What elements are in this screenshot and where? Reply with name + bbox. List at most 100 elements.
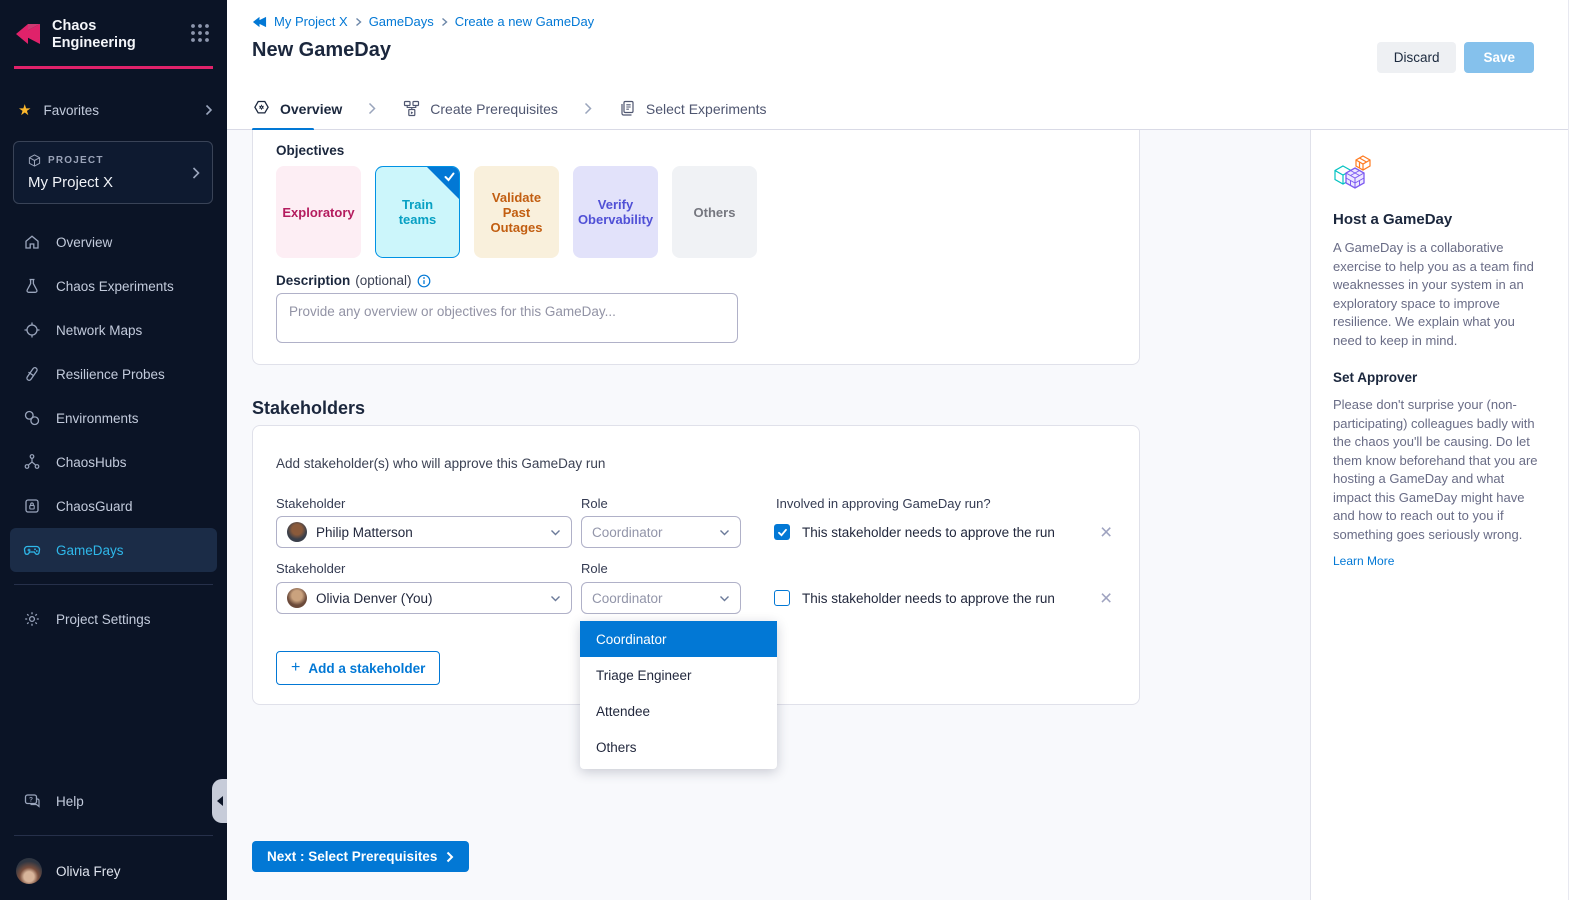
role-select-2[interactable]: Coordinator	[581, 582, 741, 614]
tab-label: Overview	[280, 101, 342, 117]
probe-icon	[23, 365, 41, 383]
chaos-module-icon	[252, 15, 267, 29]
sidebar-item-overview[interactable]: Overview	[10, 220, 217, 264]
collapse-chevron-icon	[217, 796, 223, 806]
add-stakeholder-button[interactable]: + Add a stakeholder	[276, 651, 440, 685]
sidebar-item-chaos-experiments[interactable]: Chaos Experiments	[10, 264, 217, 308]
nav-label: Help	[56, 794, 84, 809]
next-select-prerequisites-button[interactable]: Next : Select Prerequisites	[252, 841, 469, 872]
approve-checkbox-2[interactable]	[774, 590, 790, 606]
info-icon[interactable]	[417, 274, 431, 288]
help-subheading: Set Approver	[1333, 370, 1544, 385]
remove-stakeholder-1-button[interactable]: ×	[1100, 522, 1112, 543]
objectives-label: Objectives	[276, 143, 344, 158]
project-name: My Project X	[28, 174, 200, 191]
nav-label: ChaosHubs	[56, 455, 127, 470]
tab-overview[interactable]: Overview	[252, 88, 342, 130]
svg-text:?: ?	[29, 797, 33, 804]
stakeholder-select-2[interactable]: Olivia Denver (You)	[276, 582, 572, 614]
stakeholder-name: Philip Matterson	[316, 525, 413, 540]
project-selector[interactable]: PROJECT My Project X	[13, 141, 213, 204]
role-option-triage-engineer[interactable]: Triage Engineer	[580, 657, 777, 693]
nav-label: Overview	[56, 235, 112, 250]
gameday-cubes-illustration	[1333, 154, 1373, 192]
sidebar-item-chaosguard[interactable]: ChaosGuard	[10, 484, 217, 528]
tab-create-prerequisites[interactable]: Create Prerequisites	[402, 88, 558, 130]
sidebar-item-chaoshubs[interactable]: ChaosHubs	[10, 440, 217, 484]
remove-stakeholder-2-button[interactable]: ×	[1100, 588, 1112, 609]
involved-label: Involved in approving GameDay run?	[776, 496, 991, 511]
role-option-attendee[interactable]: Attendee	[580, 693, 777, 729]
help-intro: A GameDay is a collaborative exercise to…	[1333, 239, 1544, 350]
experiments-stack-icon	[618, 99, 637, 118]
sidebar-item-project-settings[interactable]: Project Settings	[10, 597, 217, 641]
objective-label: Exploratory	[282, 205, 354, 220]
tab-select-experiments[interactable]: Select Experiments	[618, 88, 767, 130]
description-label: Description	[276, 273, 350, 288]
home-icon	[23, 233, 41, 251]
hub-icon	[23, 453, 41, 471]
help-chat-icon: ?	[23, 792, 41, 810]
chevron-right-icon	[205, 104, 213, 116]
stakeholders-intro: Add stakeholder(s) who will approve this…	[276, 456, 605, 471]
sidebar-item-network-maps[interactable]: Network Maps	[10, 308, 217, 352]
sidebar-item-environments[interactable]: Environments	[10, 396, 217, 440]
breadcrumb: My Project X GameDays Create a new GameD…	[227, 0, 1580, 29]
chevron-right-icon	[368, 102, 376, 115]
objective-validate-past-outages[interactable]: Validate Past Outages	[474, 166, 559, 258]
sidebar: Chaos Engineering ★ Favorites PROJECT	[0, 0, 227, 900]
breadcrumb-gamedays[interactable]: GameDays	[369, 14, 434, 29]
sidebar-item-resilience-probes[interactable]: Resilience Probes	[10, 352, 217, 396]
main-area: My Project X GameDays Create a new GameD…	[227, 0, 1580, 900]
tab-label: Select Experiments	[646, 101, 767, 117]
role-option-others[interactable]: Others	[580, 729, 777, 765]
sidebar-item-help[interactable]: ? Help	[10, 779, 217, 823]
user-profile[interactable]: Olivia Frey	[0, 848, 227, 900]
add-stakeholder-label: Add a stakeholder	[308, 661, 425, 676]
chevron-right-icon	[192, 166, 200, 180]
objective-label: Verify Obervability	[578, 197, 653, 227]
breadcrumb-project[interactable]: My Project X	[274, 14, 348, 29]
objective-label: Train teams	[382, 197, 453, 227]
check-icon	[443, 170, 456, 183]
nav-label: Environments	[56, 411, 139, 426]
cube-icon	[28, 154, 41, 167]
discard-button[interactable]: Discard	[1377, 42, 1457, 73]
stakeholder-avatar	[287, 522, 307, 542]
objective-label: Validate Past Outages	[481, 190, 552, 235]
sidebar-item-favorites[interactable]: ★ Favorites	[18, 95, 213, 125]
breadcrumb-current: Create a new GameDay	[455, 14, 594, 29]
stakeholder-select-1[interactable]: Philip Matterson	[276, 516, 572, 548]
project-eyebrow: PROJECT	[28, 154, 200, 167]
role-select-1[interactable]: Coordinator	[581, 516, 741, 548]
sidebar-item-gamedays[interactable]: GameDays	[10, 528, 217, 572]
brand: Chaos Engineering	[0, 0, 227, 52]
stakeholder-label: Stakeholder	[276, 561, 345, 576]
save-button[interactable]: Save	[1464, 42, 1534, 73]
description-input[interactable]	[276, 293, 738, 343]
learn-more-link[interactable]: Learn More	[1333, 554, 1394, 568]
favorites-label: Favorites	[43, 103, 99, 118]
help-panel: Host a GameDay A GameDay is a collaborat…	[1310, 130, 1568, 900]
sidebar-collapse-button[interactable]	[212, 779, 228, 823]
objectives-card: Objectives Exploratory Train teams Valid…	[252, 130, 1140, 365]
guard-lock-icon	[23, 497, 41, 515]
chevron-down-icon	[719, 529, 730, 536]
nav-label: GameDays	[56, 543, 124, 558]
objective-verify-oberability[interactable]: Verify Obervability	[573, 166, 658, 258]
objective-exploratory[interactable]: Exploratory	[276, 166, 361, 258]
nav-label: Project Settings	[56, 612, 151, 627]
objective-others[interactable]: Others	[672, 166, 757, 258]
objective-train-teams[interactable]: Train teams	[375, 166, 460, 258]
user-avatar	[16, 858, 42, 884]
chevron-right-icon	[446, 851, 454, 863]
chevron-down-icon	[550, 595, 561, 602]
stakeholders-heading: Stakeholders	[252, 398, 365, 419]
role-value: Coordinator	[592, 591, 663, 606]
app-grid-icon[interactable]	[189, 22, 211, 44]
gameday-overview-icon	[252, 99, 271, 118]
right-edge-strip	[1568, 0, 1580, 900]
approve-checkbox-1[interactable]	[774, 524, 790, 540]
role-label: Role	[581, 561, 608, 576]
role-option-coordinator[interactable]: Coordinator	[580, 621, 777, 657]
